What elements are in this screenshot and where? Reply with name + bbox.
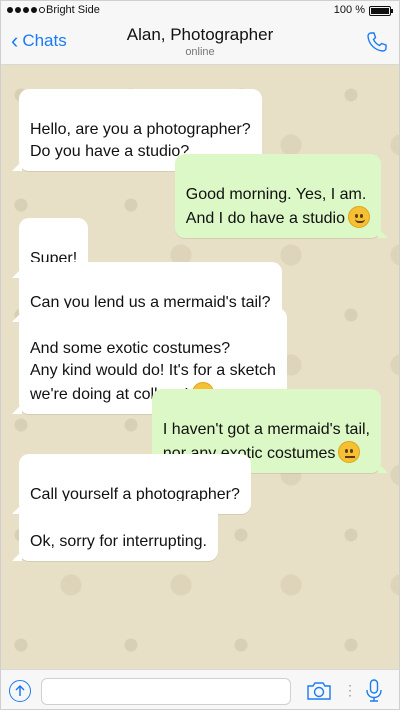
battery-percentage: 100 % <box>333 4 365 16</box>
message-outgoing: Good morning. Yes, I am. And I do have a… <box>174 154 389 238</box>
contact-status: online <box>185 46 215 58</box>
share-button[interactable] <box>9 680 31 702</box>
signal-strength-icon <box>7 7 45 13</box>
battery-icon <box>369 6 393 16</box>
camera-icon <box>307 682 331 700</box>
message-composer: ⋮ <box>1 669 399 709</box>
phone-screen: Bright Side 100 % ‹ Chats Alan, Photogra… <box>0 0 400 710</box>
message-text: Ok, sorry for interrupting. <box>30 533 207 550</box>
carrier-name: Bright Side <box>46 4 100 16</box>
microphone-button[interactable] <box>364 678 384 704</box>
separator-dots: ⋮ <box>343 682 357 698</box>
chat-header: ‹ Chats Alan, Photographer online <box>1 21 399 65</box>
contact-name: Alan, Photographer <box>126 25 274 44</box>
smiling-face-emoji-icon <box>348 206 370 228</box>
contact-info[interactable]: Alan, Photographer online <box>1 25 399 58</box>
message-list[interactable]: Hello, are you a photographer? Do you ha… <box>1 65 399 669</box>
camera-button[interactable] <box>306 680 332 702</box>
arrow-up-icon <box>15 684 25 696</box>
message-text: Good morning. Yes, I am. And I do have a… <box>185 186 367 227</box>
phone-call-button[interactable] <box>365 30 389 54</box>
phone-icon <box>367 32 387 52</box>
message-input[interactable] <box>41 678 291 705</box>
neutral-face-emoji-icon <box>338 441 361 463</box>
microphone-icon <box>366 679 382 702</box>
status-bar: Bright Side 100 % <box>1 1 399 21</box>
message-incoming: Ok, sorry for interrupting. <box>12 501 218 561</box>
